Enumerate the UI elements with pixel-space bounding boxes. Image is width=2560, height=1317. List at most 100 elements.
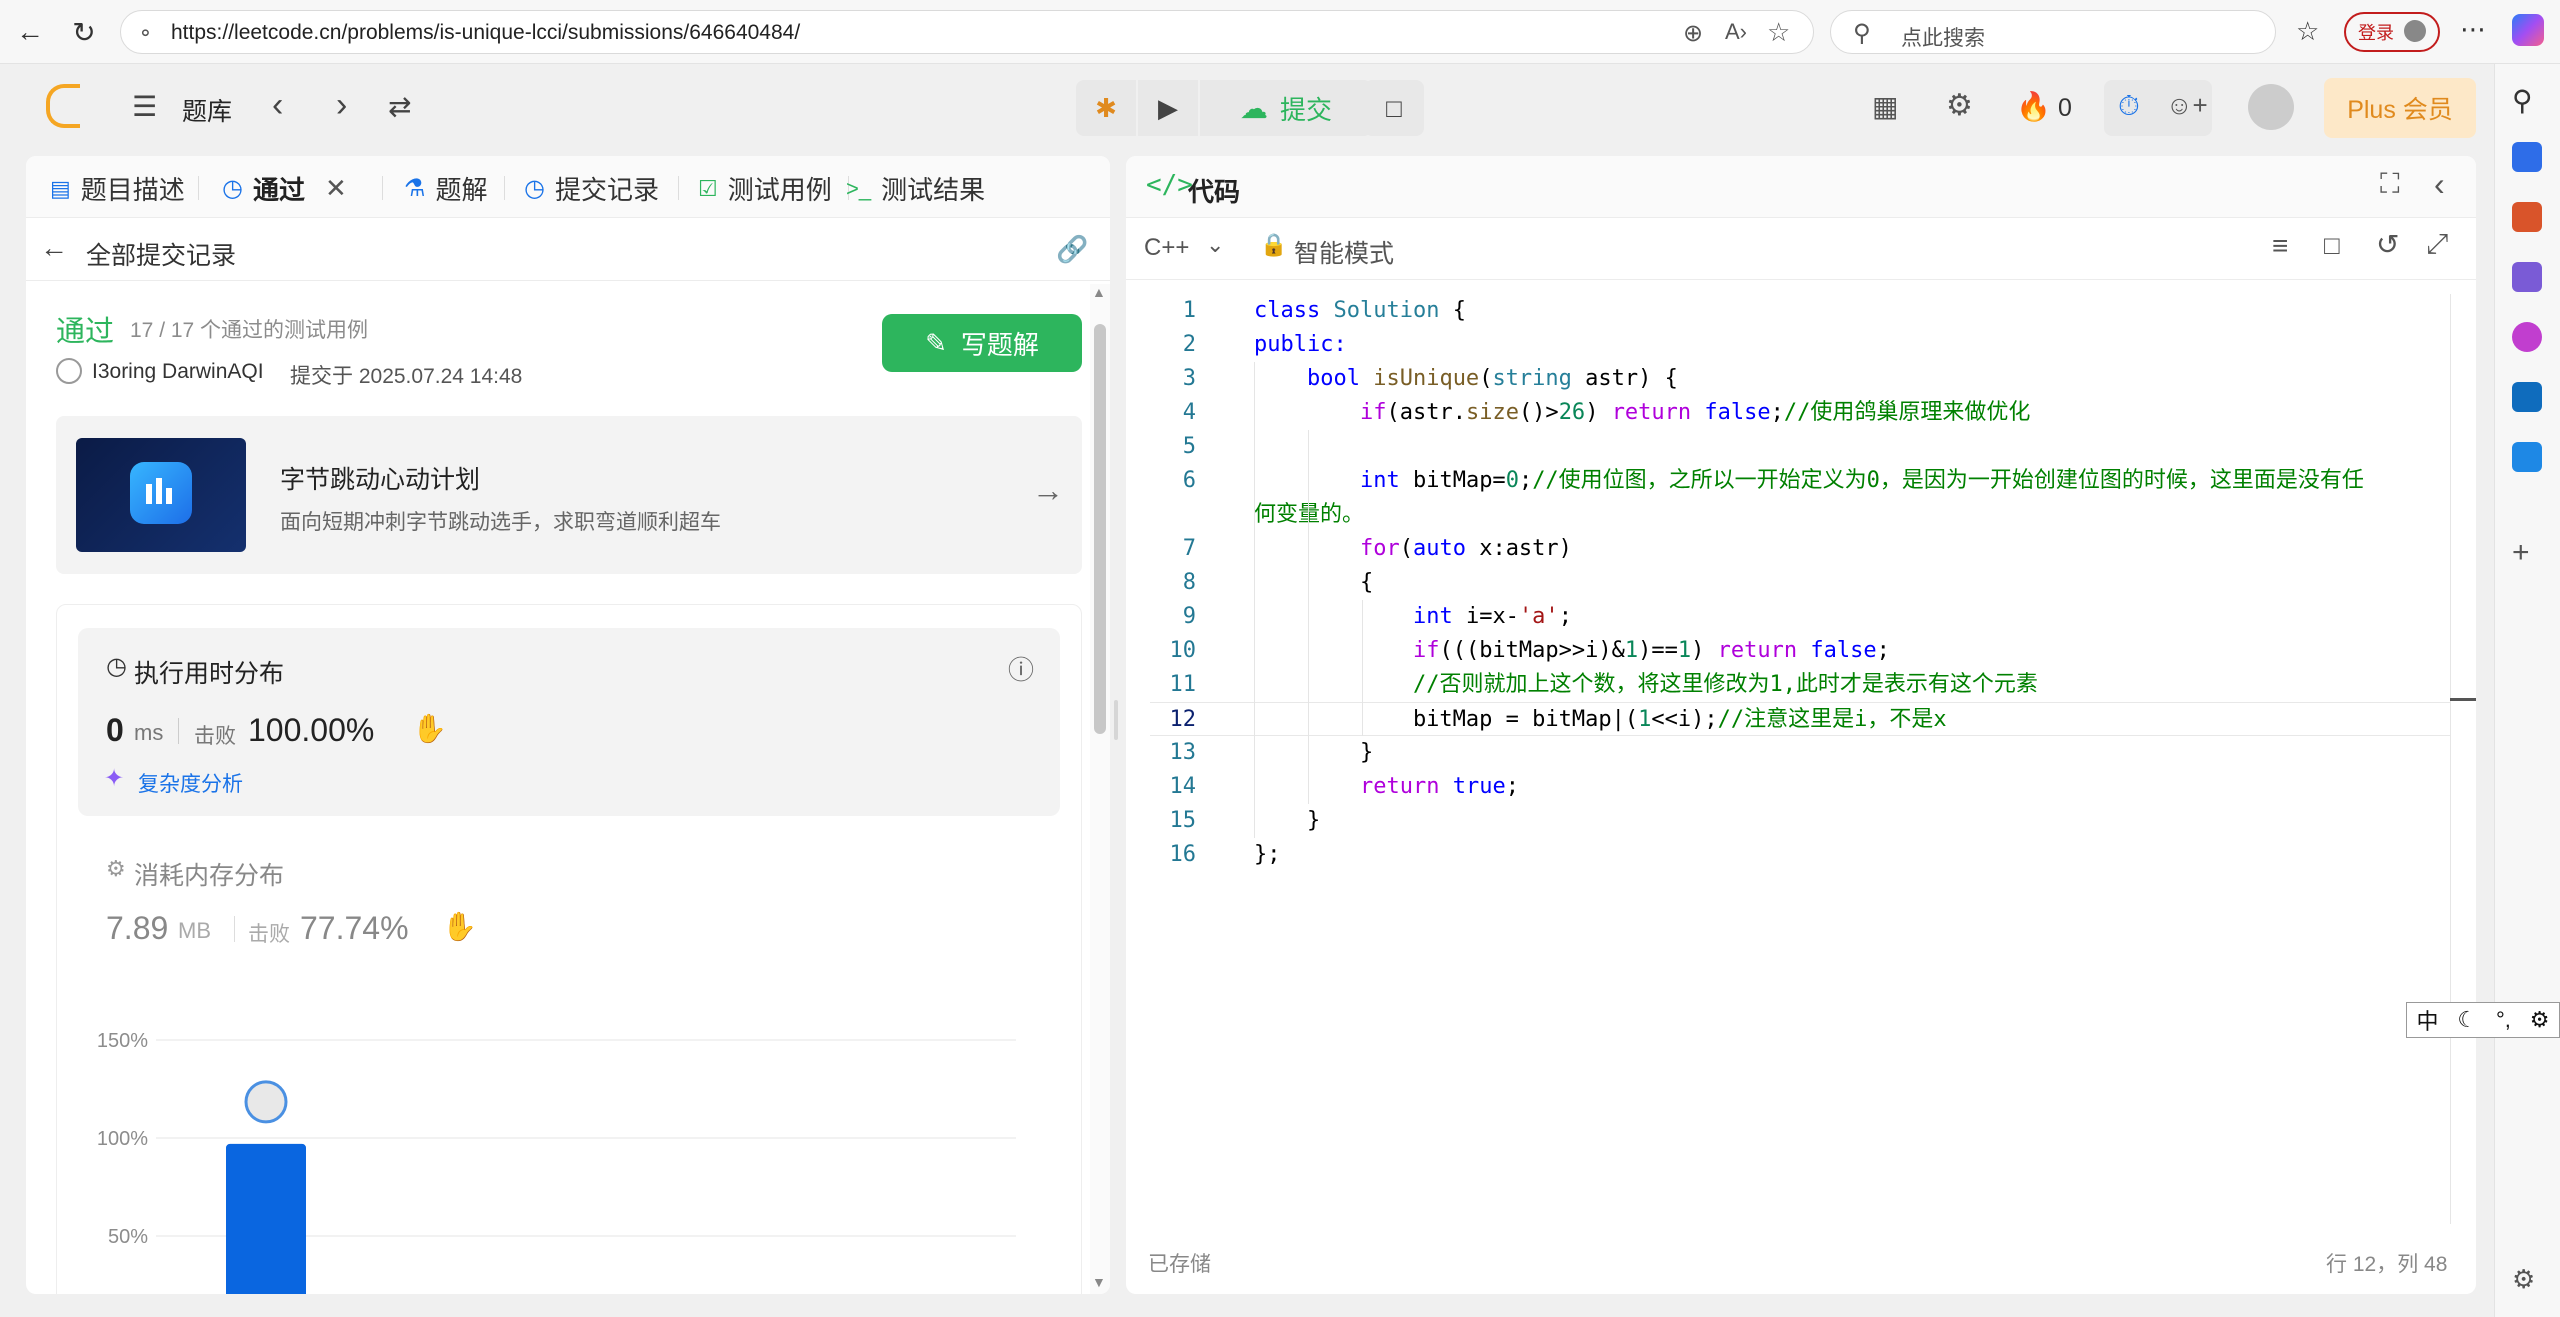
leetcode-logo[interactable] [46, 84, 80, 128]
complexity-analysis-link[interactable]: 复杂度分析 [138, 768, 243, 798]
runtime-title: 执行用时分布 [134, 660, 285, 688]
browser-sidebar: ⚲ + ⚙ [2494, 64, 2560, 1317]
code-line: 10 if(((bitMap>>i)&1)==1) return false; [1169, 638, 1890, 663]
clap-icon: ✋ [412, 713, 447, 744]
collapse-icon[interactable]: ‹ [2434, 166, 2445, 203]
next-problem-icon[interactable]: › [336, 86, 347, 125]
chart-ytick-label: 150% [97, 1030, 148, 1052]
copilot-icon[interactable] [2512, 14, 2544, 46]
problem-bank-link[interactable]: 题库 [182, 92, 232, 128]
search-sidebar-icon[interactable]: ⚲ [2512, 84, 2542, 116]
tab-submissions[interactable]: ◷ 提交记录 [524, 170, 659, 207]
runtime-card[interactable]: ◷ 执行用时分布 ⓘ 0 ms 击败 100.00% ✋ ✦ 复杂度分析 [78, 628, 1060, 816]
layout-icon[interactable]: ▦ [1872, 90, 1898, 123]
ime-settings-icon[interactable]: ⚙ [2530, 1007, 2550, 1033]
timer-collab-group: ⏱ ☺+ [2104, 80, 2212, 136]
scroll-thumb[interactable] [1094, 324, 1106, 734]
runtime-beats-label: 击败 [194, 725, 236, 748]
promo-subtitle: 面向短期冲刺字节跳动选手，求职弯道顺利超车 [280, 511, 721, 534]
streak-count: 0 [2058, 94, 2072, 122]
tab-solutions[interactable]: ⚗ 题解 [404, 170, 488, 207]
run-button[interactable]: ▶ [1138, 80, 1198, 136]
scroll-down-icon[interactable]: ▼ [1092, 1274, 1106, 1290]
code-editor[interactable]: 1 class Solution { 2 public: 3 bool isUniq… [1150, 294, 2460, 1214]
submitted-time: 提交于 2025.07.24 14:48 [290, 365, 523, 388]
prev-problem-icon[interactable]: ‹ [272, 86, 283, 125]
write-solution-label: 写题解 [960, 329, 1039, 360]
games-icon[interactable] [2512, 262, 2542, 292]
zoom-icon[interactable]: ⊕ [1683, 19, 1703, 48]
code-line: 11 //否则就加上这个数，将这里修改为1,此时才是表示有这个元素 [1169, 672, 2038, 697]
back-icon[interactable]: ← [12, 14, 48, 50]
address-bar[interactable]: ⚬ https://leetcode.cn/problems/is-unique… [120, 10, 1814, 54]
more-icon[interactable]: ⋯ [2460, 14, 2486, 45]
tab-testcases[interactable]: ☑ 测试用例 [698, 170, 832, 207]
scroll-up-icon[interactable]: ▲ [1092, 284, 1106, 300]
chart-svg: 150% 100% 50% [97, 1030, 1016, 1294]
timer-icon[interactable]: ⏱ [2118, 90, 2140, 123]
site-info-icon[interactable]: ⚬ [137, 21, 154, 46]
editor-scrollbar[interactable] [2450, 294, 2451, 1224]
login-button[interactable]: 登录 [2344, 12, 2440, 52]
left-tabbar: ▤ 题目描述 ◷ 通过 ✕ ⚗ 题解 ◷ 提交记录 ☑ 测试用例 >_ 测试结果 [26, 156, 1110, 218]
share-link-icon[interactable]: 🔗 [1056, 234, 1088, 265]
search-input[interactable]: ⚲ 点此搜索 [1830, 10, 2276, 54]
language-select[interactable]: C++ [1144, 234, 1189, 262]
tab-accepted[interactable]: ◷ 通过 ✕ [222, 170, 347, 207]
m365-icon[interactable] [2512, 322, 2542, 352]
write-solution-button[interactable]: ✎ 写题解 [882, 314, 1082, 372]
note-icon: □ [1386, 92, 1402, 123]
close-tab-icon[interactable]: ✕ [325, 173, 347, 204]
panel-resize-handle[interactable] [1114, 700, 1118, 740]
ime-toolbar[interactable]: 中 ☾ °, ⚙ [2406, 1002, 2560, 1038]
all-submissions-link[interactable]: 全部提交记录 [86, 236, 236, 272]
info-icon[interactable]: ⓘ [1008, 650, 1034, 687]
add-icon[interactable]: + [2512, 536, 2542, 569]
debug-button[interactable]: ✱ [1076, 80, 1136, 136]
flame-icon[interactable]: 🔥 [2016, 90, 2051, 123]
list-icon[interactable]: ☰ [132, 90, 157, 123]
chip-icon: ⚙ [106, 856, 126, 881]
memory-beats-value: 77.74% [300, 910, 409, 946]
punctuation-icon[interactable]: °, [2496, 1007, 2511, 1033]
chevron-down-icon[interactable]: ⌄ [1206, 232, 1224, 258]
terminal-icon: >_ [846, 175, 872, 201]
favorite-star-icon[interactable]: ☆ [1767, 17, 1790, 48]
moon-icon[interactable]: ☾ [2457, 1007, 2477, 1033]
runtime-value: 0 [106, 712, 124, 748]
left-scrollbar[interactable]: ▲ ▼ [1090, 284, 1110, 1294]
format-icon[interactable]: ≡ [2272, 230, 2288, 262]
play-icon: ▶ [1158, 92, 1178, 123]
username[interactable]: I3oring DarwinAQI [92, 360, 264, 384]
smart-mode-label[interactable]: 智能模式 [1294, 234, 1394, 270]
shopping-tag-icon[interactable] [2512, 142, 2542, 172]
settings-icon[interactable]: ⚙ [1946, 88, 1973, 123]
memory-card[interactable]: ⚙ 消耗内存分布 7.89 MB 击败 77.74% ✋ [78, 846, 1060, 966]
search-placeholder: 点此搜索 [1901, 27, 1985, 50]
outlook-icon[interactable] [2512, 382, 2542, 412]
random-problem-icon[interactable]: ⇄ [388, 90, 411, 123]
promo-card[interactable]: 字节跳动心动计划 面向短期冲刺字节跳动选手，求职弯道顺利超车 → [56, 416, 1082, 574]
ime-chinese-mode[interactable]: 中 [2416, 1004, 2438, 1036]
plus-member-button[interactable]: Plus 会员 [2324, 78, 2476, 138]
code-tab-title[interactable]: 代码 [1188, 172, 1240, 209]
settings-gear-icon[interactable]: ⚙ [2512, 1264, 2542, 1294]
tools-icon[interactable] [2512, 202, 2542, 232]
send-icon[interactable] [2512, 442, 2542, 472]
favorites-icon[interactable]: ☆ [2296, 16, 2319, 47]
saved-status: 已存储 [1148, 1253, 1211, 1276]
back-arrow-icon[interactable]: ← [40, 232, 68, 264]
add-collaborator-icon[interactable]: ☺+ [2166, 90, 2208, 121]
bookmark-icon[interactable]: □ [2324, 230, 2340, 261]
fullscreen-icon[interactable]: ⤢ [2426, 228, 2448, 261]
avatar[interactable] [2248, 84, 2294, 130]
submit-button[interactable]: ☁ 提交 [1200, 80, 1372, 136]
tab-description[interactable]: ▤ 题目描述 [50, 170, 185, 207]
notes-button[interactable]: □ [1364, 80, 1424, 136]
reset-icon[interactable]: ↺ [2376, 228, 2399, 261]
chart-bar[interactable] [226, 1143, 306, 1294]
maximize-icon[interactable]: ⛶ [2380, 168, 2400, 201]
reload-icon[interactable]: ↻ [66, 14, 102, 50]
tab-test-result[interactable]: >_ 测试结果 [846, 170, 985, 207]
read-aloud-icon[interactable]: A› [1725, 19, 1747, 45]
